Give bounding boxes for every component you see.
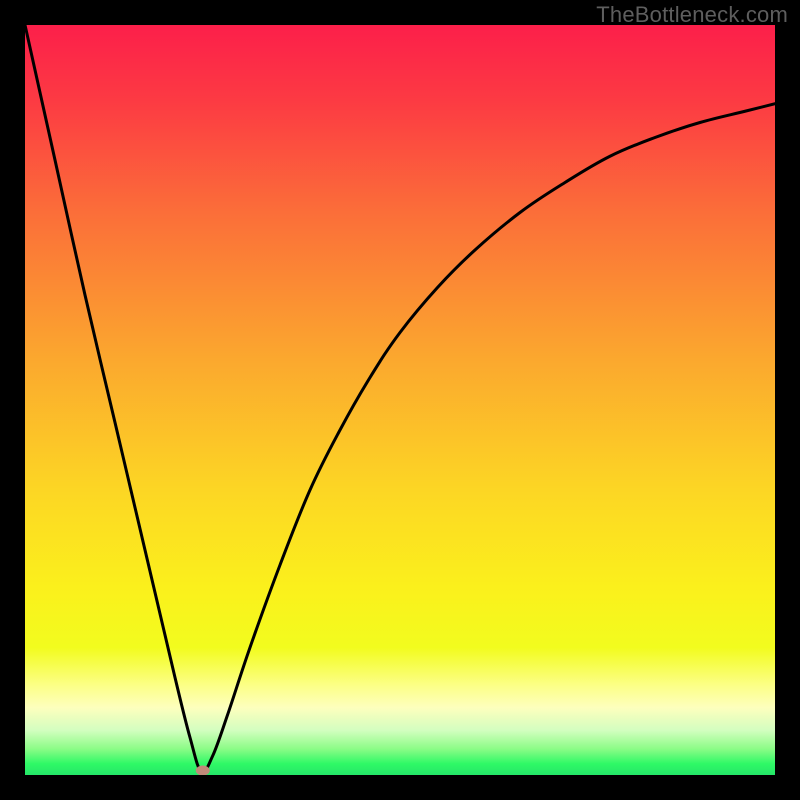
gradient-background bbox=[25, 25, 775, 775]
chart-svg bbox=[25, 25, 775, 775]
attribution-text: TheBottleneck.com bbox=[596, 2, 788, 28]
chart-frame: TheBottleneck.com bbox=[0, 0, 800, 800]
plot-area bbox=[25, 25, 775, 775]
